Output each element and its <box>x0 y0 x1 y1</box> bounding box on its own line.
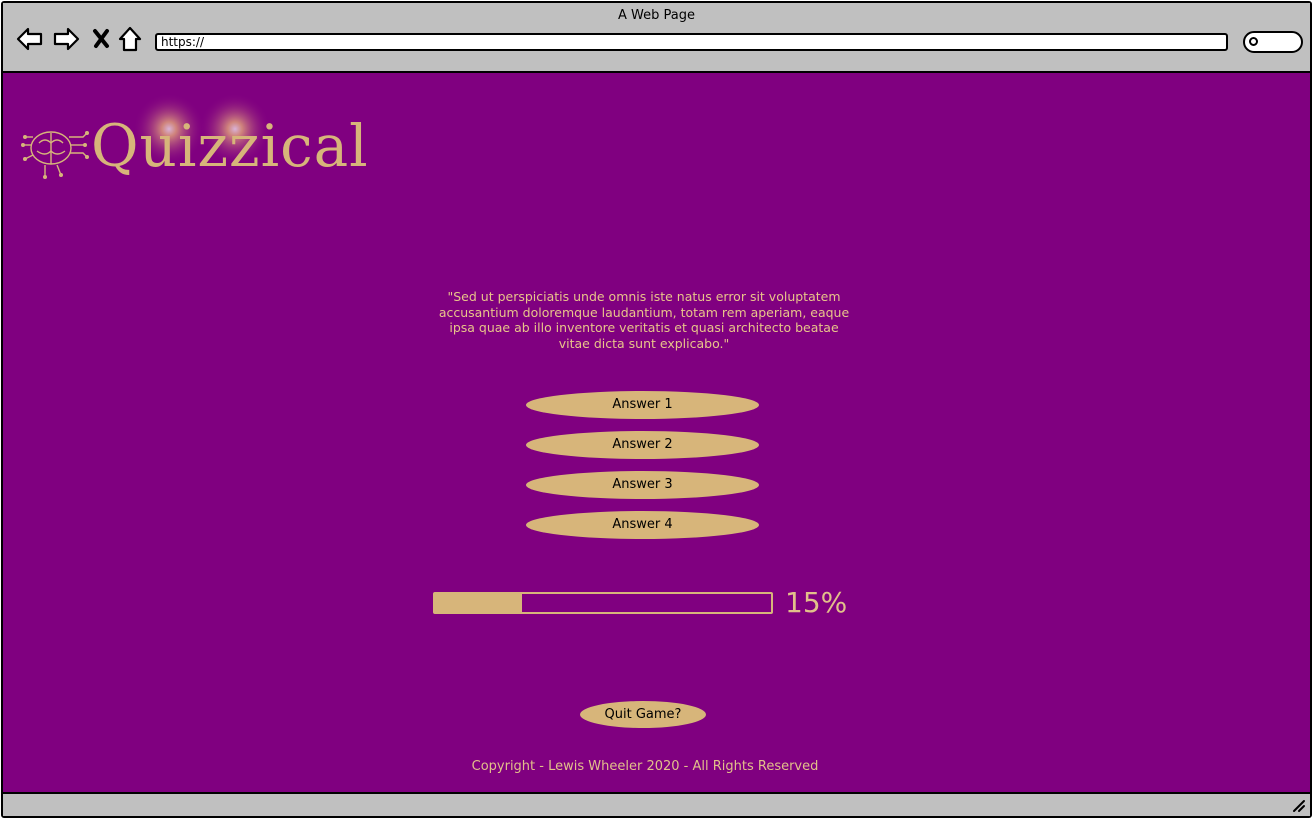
answer-button-2[interactable]: Answer 2 <box>526 431 759 459</box>
resize-grip-icon[interactable] <box>1290 797 1306 813</box>
page-viewport: Quizzical "Sed ut perspiciatis unde omni… <box>3 73 1310 794</box>
answer-button-3[interactable]: Answer 3 <box>526 471 759 499</box>
back-icon[interactable] <box>15 25 45 53</box>
search-input[interactable] <box>1243 31 1303 53</box>
status-bar <box>3 792 1310 816</box>
answer-button-4[interactable]: Answer 4 <box>526 511 759 539</box>
question-text: "Sed ut perspiciatis unde omnis iste nat… <box>438 289 850 351</box>
progress-fill <box>435 594 523 612</box>
window-title: A Web Page <box>618 8 695 23</box>
browser-window: A Web Page https:// Quizzical "Sed ut pe… <box>1 1 1312 818</box>
address-bar[interactable]: https:// <box>155 33 1228 51</box>
home-icon[interactable] <box>117 25 143 53</box>
quit-game-button[interactable]: Quit Game? <box>580 701 706 728</box>
forward-icon[interactable] <box>51 25 81 53</box>
close-icon[interactable] <box>91 25 113 53</box>
answer-button-1[interactable]: Answer 1 <box>526 391 759 419</box>
browser-toolbar: A Web Page https:// <box>3 3 1310 73</box>
progress-bar <box>433 592 773 614</box>
logo[interactable]: Quizzical <box>21 85 368 185</box>
copyright-footer: Copyright - Lewis Wheeler 2020 - All Rig… <box>471 759 819 774</box>
logo-text: Quizzical <box>91 112 369 180</box>
search-icon <box>1249 37 1258 46</box>
progress-percent: 15% <box>785 586 848 619</box>
